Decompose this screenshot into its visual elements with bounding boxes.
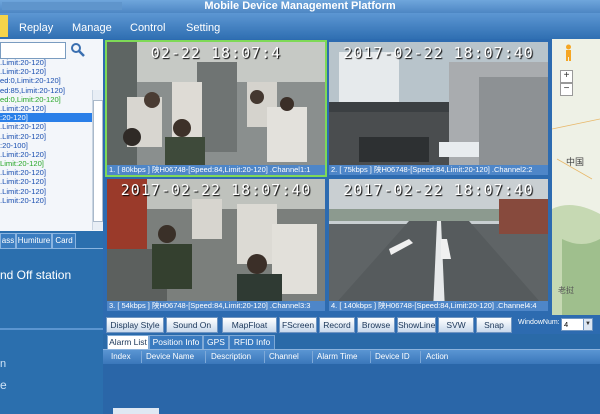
device-tree-item[interactable]: .Limit:20-120] <box>0 104 92 113</box>
device-tree-item[interactable]: .Limit:20-120] <box>0 58 92 67</box>
left-divider <box>0 328 103 330</box>
street-view-icon[interactable] <box>563 44 574 61</box>
device-tree-item[interactable]: .Limit:20-120] <box>0 168 92 177</box>
menu-replay[interactable]: Replay <box>19 13 53 39</box>
menu-left-stub <box>0 15 8 37</box>
map-float-button[interactable]: MapFloat <box>222 317 277 333</box>
alarm-table-body <box>103 364 600 414</box>
video-channel-1[interactable]: 02-22 18:07:4 1. [ 80kbps ] 陕H06748-[Spe… <box>105 40 327 177</box>
chevron-down-icon[interactable]: ▼ <box>583 318 593 331</box>
column-divider <box>205 351 206 363</box>
device-tree-item[interactable]: Limit:20-120] <box>0 159 92 168</box>
column-header-alarm-time[interactable]: Alarm Time <box>317 351 357 363</box>
snap-button[interactable]: Snap <box>476 317 512 333</box>
video-channel-3[interactable]: 2017-02-22 18:07:40 3. [ 54kbps ] 陕H0674… <box>107 179 325 311</box>
menu-setting[interactable]: Setting <box>186 13 220 39</box>
column-divider <box>370 351 371 363</box>
video-channel-4[interactable]: 2017-02-22 18:07:40 4. [ 140kbps ] 陕H067… <box>329 179 548 311</box>
left-text-fragment: e <box>0 378 7 392</box>
zoom-in-button[interactable]: + <box>560 70 573 83</box>
map-label: 中国 <box>566 157 585 167</box>
video-timestamp: 2017-02-22 18:07:40 <box>343 181 534 199</box>
video-timestamp: 02-22 18:07:4 <box>150 44 282 62</box>
device-tree-item[interactable]: .Limit:20-120] <box>0 122 92 131</box>
device-tree-item[interactable]: ed:85,Limit:20-120] <box>0 86 92 95</box>
map-label: 老挝 <box>558 286 574 295</box>
device-tree-item[interactable]: .Limit:20-120] <box>0 67 92 76</box>
column-divider <box>141 351 142 363</box>
device-tree-item[interactable]: .Limit:20-120] <box>0 187 92 196</box>
browse-button[interactable]: Browse <box>357 317 395 333</box>
video-caption: 2. [ 75kbps ] 陕H06748-[Speed:84,Limit:20… <box>329 165 548 175</box>
column-header-description[interactable]: Description <box>211 351 251 363</box>
tab-class[interactable]: ass <box>0 233 16 249</box>
zoom-out-button[interactable]: − <box>560 83 573 96</box>
column-header-device-name[interactable]: Device Name <box>146 351 194 363</box>
tree-scrollbar-thumb[interactable] <box>93 100 103 222</box>
record-button[interactable]: Record <box>319 317 355 333</box>
video-channel-2[interactable]: 2017-02-22 18:07:40 2. [ 75kbps ] 陕H0674… <box>329 42 548 175</box>
video-caption: 4. [ 140kbps ] 陕H06748-[Speed:84,Limit:2… <box>329 301 548 311</box>
sound-on-button[interactable]: Sound On <box>166 317 218 333</box>
column-header-index[interactable]: Index <box>111 351 131 363</box>
svw-button[interactable]: SVW <box>438 317 474 333</box>
video-timestamp: 2017-02-22 18:07:40 <box>120 181 312 199</box>
column-header-device-id[interactable]: Device ID <box>375 351 410 363</box>
left-tab-divider <box>0 248 103 249</box>
device-tree-item[interactable]: .Limit:20-120] <box>0 196 92 205</box>
tab-card[interactable]: Card <box>52 233 76 249</box>
column-divider <box>420 351 421 363</box>
search-icon[interactable] <box>70 42 86 58</box>
left-lower-panel <box>0 231 103 414</box>
on-off-station-label: nd Off station <box>0 268 72 282</box>
column-divider <box>264 351 265 363</box>
video-timestamp: 2017-02-22 18:07:40 <box>343 44 534 62</box>
tab-position-info[interactable]: Position Info <box>149 335 203 350</box>
device-tree-item[interactable]: .Limit:20-120] <box>0 177 92 186</box>
search-input[interactable] <box>0 42 66 59</box>
tab-humiture[interactable]: Humiture <box>16 233 52 249</box>
left-text-fragment: n <box>0 358 7 370</box>
device-tree-item[interactable]: :20-120] <box>0 113 92 123</box>
display-style-button[interactable]: Display Style <box>106 317 164 333</box>
device-tree-item[interactable]: :20-100] <box>0 141 92 150</box>
tab-gps[interactable]: GPS <box>203 335 229 350</box>
column-header-channel[interactable]: Channel <box>269 351 299 363</box>
menu-control[interactable]: Control <box>130 13 165 39</box>
menu-manage[interactable]: Manage <box>72 13 112 39</box>
show-line-button[interactable]: ShowLine <box>397 317 436 333</box>
video-caption: 3. [ 54kbps ] 陕H06748-[Speed:84,Limit:20… <box>107 301 325 311</box>
device-tree-item[interactable]: .Limit:20-120] <box>0 132 92 141</box>
status-strip <box>113 408 159 414</box>
tab-rfid-info[interactable]: RFID Info <box>229 335 275 350</box>
column-divider <box>312 351 313 363</box>
tab-alarm-list[interactable]: Alarm List <box>107 335 149 350</box>
device-tree-item[interactable]: .Limit:20-120] <box>0 150 92 159</box>
device-tree: .Limit:20-120] .Limit:20-120] ed:0,Limit:2… <box>0 58 92 230</box>
device-tree-item[interactable]: ed:0,Limit:20-120] <box>0 76 92 85</box>
device-tree-item[interactable]: ed:0,Limit:20-120] <box>0 95 92 104</box>
window-title: Mobile Device Management Platform <box>204 0 396 12</box>
fullscreen-button[interactable]: FScreen <box>279 317 317 333</box>
video-caption: 1. [ 80kbps ] 陕H06748-[Speed:84,Limit:20… <box>107 165 325 175</box>
window-num-label: WindowNum: <box>518 319 560 326</box>
column-header-action[interactable]: Action <box>426 351 448 363</box>
